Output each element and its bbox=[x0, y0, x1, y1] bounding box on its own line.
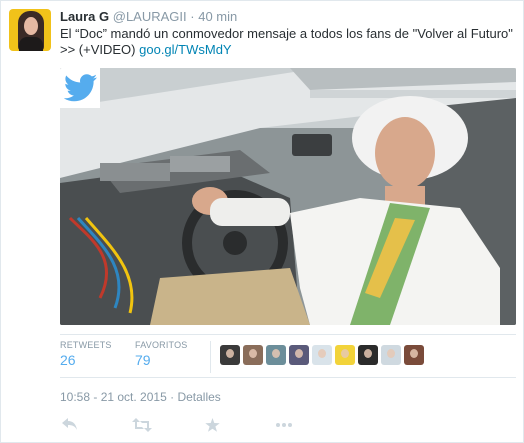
retweets-label: RETWEETS bbox=[60, 340, 112, 350]
favorites-stat[interactable]: FAVORITOS 79 bbox=[135, 340, 187, 368]
screen-name[interactable]: @LAURAGII bbox=[113, 9, 187, 24]
tweet-card: Laura G @LAURAGII · 40 min El “Doc” mand… bbox=[0, 0, 524, 443]
favoriter-avatar[interactable] bbox=[289, 345, 309, 365]
favoriter-avatar[interactable] bbox=[266, 345, 286, 365]
tweet-actions bbox=[60, 415, 360, 435]
avatar-head bbox=[295, 349, 303, 358]
header-separator: · bbox=[190, 9, 195, 24]
avatar-head bbox=[318, 349, 326, 358]
avatar[interactable] bbox=[9, 9, 51, 51]
avatar-head bbox=[387, 349, 395, 358]
timestamp-text[interactable]: 10:58 - 21 oct. 2015 bbox=[60, 390, 167, 404]
favoriter-avatar[interactable] bbox=[335, 345, 355, 365]
twitter-bird-icon bbox=[64, 74, 98, 102]
favoriter-avatar[interactable] bbox=[220, 345, 240, 365]
full-name[interactable]: Laura G bbox=[60, 9, 109, 24]
timestamp-separator: · bbox=[170, 390, 175, 404]
avatar-head bbox=[364, 349, 372, 358]
stats-divider bbox=[210, 341, 211, 373]
reply-icon[interactable] bbox=[60, 415, 80, 435]
favoriter-avatar[interactable] bbox=[312, 345, 332, 365]
retweet-icon[interactable] bbox=[132, 415, 152, 435]
favorites-count: 79 bbox=[135, 352, 151, 368]
tweet-stats: RETWEETS 26 FAVORITOS 79 bbox=[60, 334, 516, 378]
favoriter-avatars bbox=[220, 345, 424, 365]
tweet-time[interactable]: 40 min bbox=[198, 9, 237, 24]
avatar-face bbox=[24, 17, 38, 35]
avatar-head bbox=[410, 349, 418, 358]
favorites-label: FAVORITOS bbox=[135, 340, 188, 350]
media-photo bbox=[60, 68, 516, 325]
favoriter-avatar[interactable] bbox=[381, 345, 401, 365]
avatar-head bbox=[226, 349, 234, 358]
favoriter-avatar[interactable] bbox=[358, 345, 378, 365]
tweet-header: Laura G @LAURAGII · 40 min bbox=[60, 9, 237, 25]
tweet-link[interactable]: goo.gl/TWsMdY bbox=[139, 42, 231, 57]
avatar-head bbox=[272, 349, 280, 358]
favoriter-avatar[interactable] bbox=[243, 345, 263, 365]
avatar-head bbox=[341, 349, 349, 358]
tweet-media[interactable] bbox=[60, 68, 516, 325]
favoriter-avatar[interactable] bbox=[404, 345, 424, 365]
details-link[interactable]: Detalles bbox=[177, 390, 220, 404]
tweet-body: El “Doc” mandó un conmovedor mensaje a t… bbox=[60, 26, 513, 57]
tweet-text: El “Doc” mandó un conmovedor mensaje a t… bbox=[60, 26, 520, 58]
avatar-body bbox=[19, 37, 43, 51]
retweets-count: 26 bbox=[60, 352, 76, 368]
more-icon[interactable] bbox=[274, 415, 294, 435]
avatar-head bbox=[249, 349, 257, 358]
tweet-timestamp: 10:58 - 21 oct. 2015 · Detalles bbox=[60, 390, 221, 404]
star-icon[interactable] bbox=[202, 415, 222, 435]
retweets-stat[interactable]: RETWEETS 26 bbox=[60, 340, 112, 368]
